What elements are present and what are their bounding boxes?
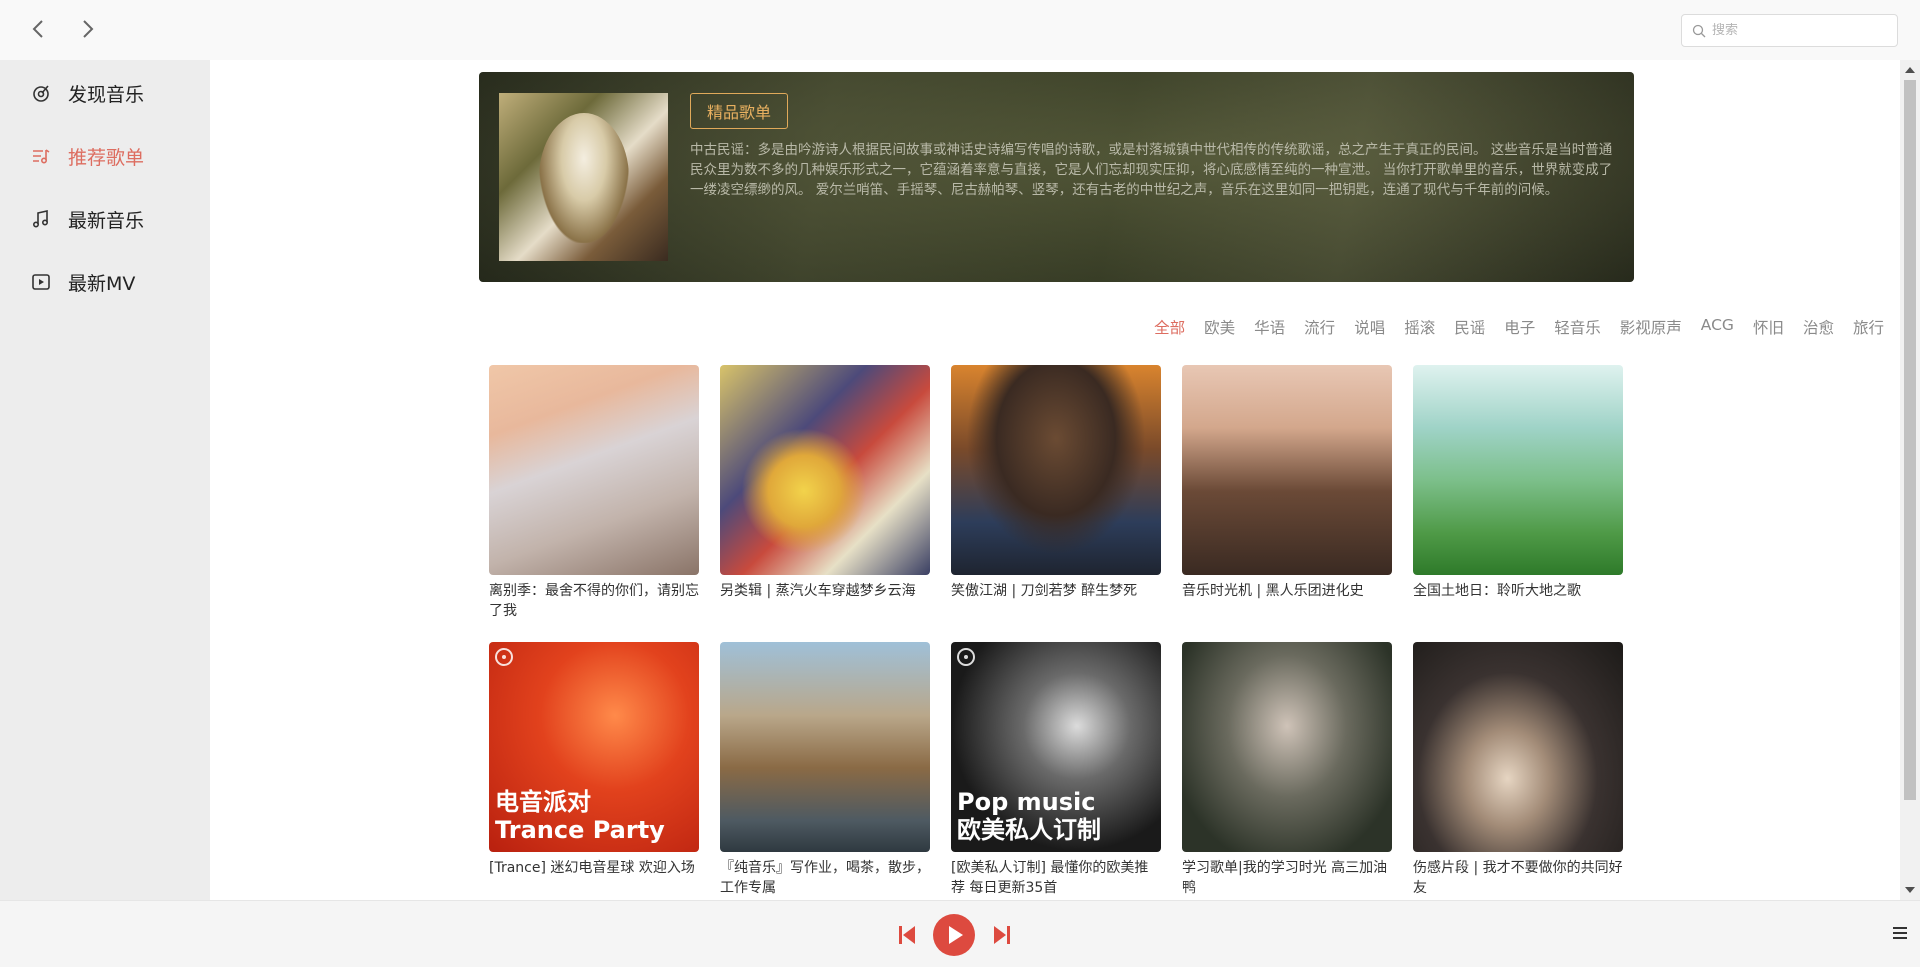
category-tab[interactable]: 影视原声 [1620,316,1682,338]
chevron-right-icon[interactable] [74,16,100,42]
category-tab[interactable]: 治愈 [1803,316,1834,338]
playlist-card[interactable]: 音乐时光机 | 黑人乐团进化史 [1182,365,1392,601]
netease-logo-icon [957,648,975,666]
playlist-title[interactable]: 『纯音乐』写作业，喝茶，散步，工作专属 [720,858,930,898]
sidebar-item-discover[interactable]: 发现音乐 [30,76,144,110]
playlist-card[interactable]: 全国土地日：聆听大地之歌 [1413,365,1623,601]
sidebar-item-new-mv[interactable]: 最新MV [30,265,135,299]
sidebar: 发现音乐 推荐歌单 最新音乐 最新MV [0,60,210,900]
playlist-card[interactable]: Pop music 欧美私人订制 [欧美私人订制] 最懂你的欧美推荐 每日更新35… [951,642,1161,898]
top-bar [0,0,1920,60]
sidebar-item-label: 最新音乐 [68,209,145,232]
category-tab[interactable]: 流行 [1304,316,1335,338]
cover-text: Pop music 欧美私人订制 [957,788,1101,844]
discover-icon [33,85,49,102]
playlist-cover-image[interactable] [720,642,930,852]
playlist-cover-image[interactable] [720,365,930,575]
category-tab[interactable]: 民谣 [1454,316,1485,338]
banner-description: 中古民谣：多是由吟游诗人根据民间故事或神话史诗编写传唱的诗歌，或是村落城镇中世代… [690,142,1613,198]
category-tab[interactable]: 华语 [1254,316,1285,338]
playlist-card[interactable]: 学习歌单|我的学习时光 高三加油鸭 [1182,642,1392,898]
playlist-card[interactable]: 伤感片段 | 我才不要做你的共同好友 [1413,642,1623,898]
playlist-cover-image[interactable] [1182,365,1392,575]
vertical-scrollbar[interactable] [1900,60,1920,900]
search-input[interactable] [1712,23,1892,38]
playlist-title[interactable]: [欧美私人订制] 最懂你的欧美推荐 每日更新35首 [951,858,1161,898]
playlist-card[interactable]: 离别季：最舍不得的你们，请别忘了我 [489,365,699,621]
playlist-title[interactable]: [Trance] 迷幻电音星球 欢迎入场 [489,858,699,878]
cover-text: 电音派对 Trance Party [495,788,665,844]
sidebar-item-label: 发现音乐 [68,83,145,106]
playlist-card[interactable]: 电音派对 Trance Party [Trance] 迷幻电音星球 欢迎入场 [489,642,699,878]
playlist-card[interactable]: 『纯音乐』写作业，喝茶，散步，工作专属 [720,642,930,898]
music-note-icon [32,210,49,228]
category-tab[interactable]: ACG [1701,316,1734,338]
playlist-title[interactable]: 全国土地日：聆听大地之歌 [1413,581,1623,601]
category-tab[interactable]: 电子 [1504,316,1535,338]
playlist-icon [33,149,50,164]
skip-previous-icon[interactable] [898,925,916,945]
playlist-cover-image[interactable] [951,365,1161,575]
playlist-title[interactable]: 另类辑 | 蒸汽火车穿越梦乡云海 [720,581,930,601]
sidebar-item-new-music[interactable]: 最新音乐 [30,202,144,236]
playlist-menu-icon[interactable] [1893,927,1907,941]
play-button[interactable] [933,914,975,956]
playlist-card[interactable]: 笑傲江湖 | 刀剑若梦 醉生梦死 [951,365,1161,601]
category-tab[interactable]: 怀旧 [1753,316,1784,338]
playlist-title[interactable]: 笑傲江湖 | 刀剑若梦 醉生梦死 [951,581,1161,601]
category-tab[interactable]: 全部 [1154,316,1185,338]
main-content: 精品歌单 中古民谣：多是由吟游诗人根据民间故事或神话史诗编写传唱的诗歌，或是村落… [210,60,1900,900]
playlist-cover-image[interactable] [489,365,699,575]
scroll-up-arrow-icon[interactable] [1905,67,1915,73]
sidebar-item-label: 最新MV [68,272,136,295]
category-tab[interactable]: 旅行 [1853,316,1884,338]
category-tab[interactable]: 欧美 [1204,316,1235,338]
banner-tag[interactable]: 精品歌单 [690,93,789,129]
playlist-cover-image[interactable]: 电音派对 Trance Party [489,642,699,852]
category-tab[interactable]: 说唱 [1354,316,1385,338]
video-icon [32,274,50,290]
playlist-title[interactable]: 离别季：最舍不得的你们，请别忘了我 [489,581,699,621]
player-bar [0,900,1920,967]
chevron-left-icon[interactable] [26,16,52,42]
search-icon [1692,24,1706,37]
scrollbar-thumb[interactable] [1904,80,1916,800]
playlist-title[interactable]: 音乐时光机 | 黑人乐团进化史 [1182,581,1392,601]
scroll-down-arrow-icon[interactable] [1905,887,1915,893]
category-tab[interactable]: 摇滚 [1404,316,1435,338]
skip-next-icon[interactable] [993,925,1011,945]
search-box[interactable] [1681,14,1898,47]
playlist-cover-image[interactable] [1182,642,1392,852]
sidebar-item-label: 推荐歌单 [68,146,145,169]
playlist-cover-image[interactable] [1413,642,1623,852]
playlist-title[interactable]: 伤感片段 | 我才不要做你的共同好友 [1413,858,1623,898]
playlist-title[interactable]: 学习歌单|我的学习时光 高三加油鸭 [1182,858,1392,898]
featured-banner[interactable]: 精品歌单 中古民谣：多是由吟游诗人根据民间故事或神话史诗编写传唱的诗歌，或是村落… [479,72,1634,282]
sidebar-item-playlists[interactable]: 推荐歌单 [30,139,144,173]
netease-logo-icon [495,648,513,666]
category-tabs: 全部 欧美 华语 流行 说唱 摇滚 民谣 电子 轻音乐 影视原声 ACG 怀旧 治愈 旅行 [1135,316,1884,338]
playlist-card[interactable]: 另类辑 | 蒸汽火车穿越梦乡云海 [720,365,930,601]
playlist-cover-image[interactable]: Pop music 欧美私人订制 [951,642,1161,852]
banner-cover-image[interactable] [499,93,668,261]
category-tab[interactable]: 轻音乐 [1554,316,1601,338]
playlist-cover-image[interactable] [1413,365,1623,575]
